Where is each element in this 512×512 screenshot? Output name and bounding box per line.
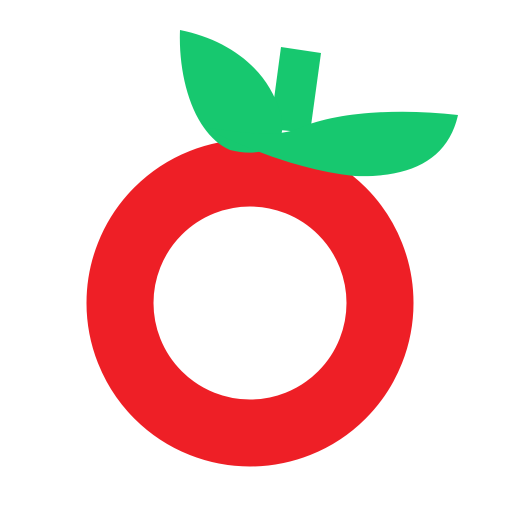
app-icon [0,0,512,512]
tomato-icon [0,0,512,512]
